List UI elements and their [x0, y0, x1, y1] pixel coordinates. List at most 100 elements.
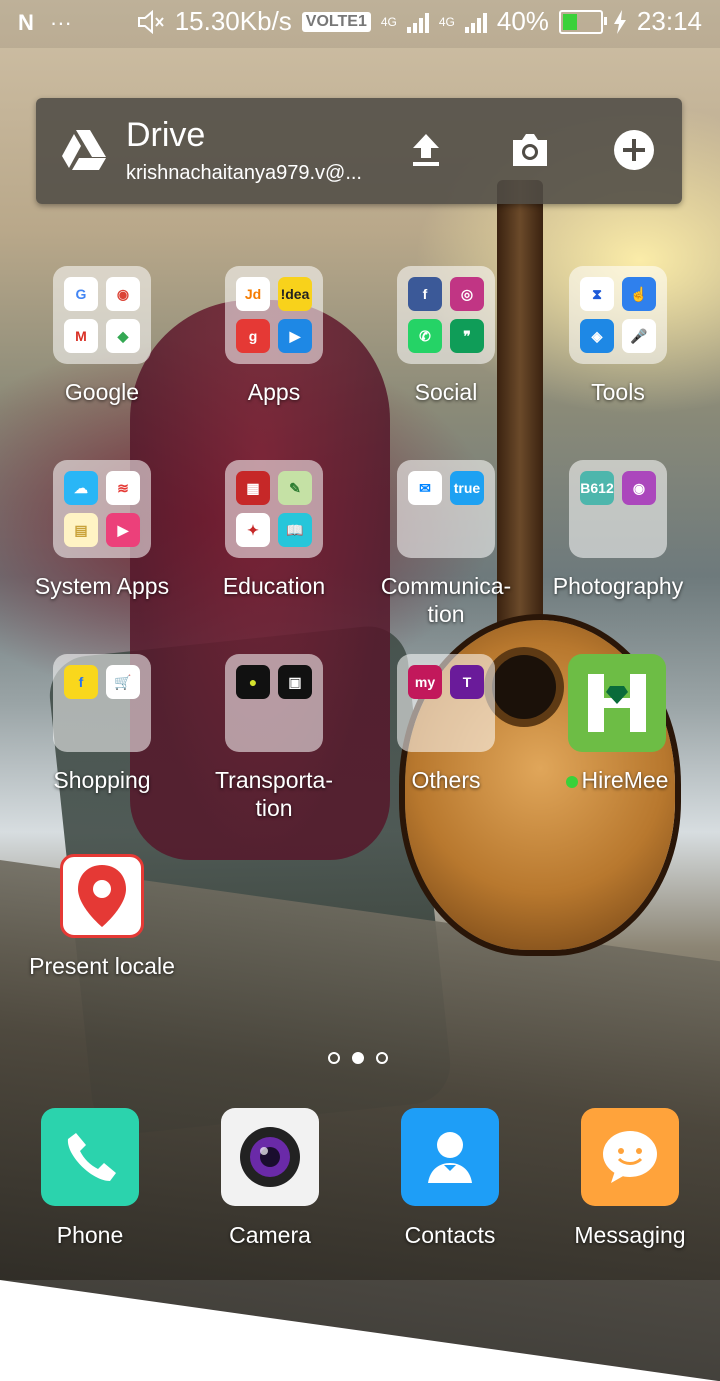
widget-title: Drive — [126, 116, 206, 154]
app-label: HireMee — [581, 767, 669, 793]
folder-tools[interactable]: ⧗ ☝ ◈ 🎤 Tools — [533, 266, 703, 406]
folder-communica-tion[interactable]: ✉ true Communica- tion — [361, 460, 531, 628]
dock-phone[interactable]: Phone — [0, 1108, 180, 1249]
new-app-dot — [565, 776, 578, 788]
folder-app-icon: ▦ — [236, 471, 270, 505]
more-icon: ··· — [49, 10, 72, 35]
folder-app-icon: ● — [236, 665, 270, 699]
add-button[interactable] — [612, 128, 656, 172]
folder-others[interactable]: my T Others — [361, 654, 531, 794]
folder-app-icon: ⧗ — [580, 277, 614, 311]
folder-app-icon: f — [64, 665, 98, 699]
app-hiremee[interactable]: HireMee — [532, 654, 702, 794]
clock: 23:14 — [636, 6, 702, 36]
dock-messaging[interactable]: Messaging — [540, 1108, 720, 1249]
hiremee-icon — [568, 654, 666, 752]
folder-app-icon: 🎤 — [622, 319, 656, 353]
status-bar: N ··· 15.30Kb/s VOLTE1 4G 4G 40% 23:14 — [0, 0, 720, 48]
dock-label: Contacts — [404, 1222, 496, 1248]
folder-label: Shopping — [53, 767, 151, 793]
folder-label: Tools — [591, 379, 645, 405]
folder-app-icon: ▶ — [278, 319, 312, 353]
folder-social[interactable]: f ◎ ✆ ❞ Social — [361, 266, 531, 406]
folder-app-icon: T — [450, 665, 484, 699]
folder-system-apps[interactable]: ☁ ≋ ▤ ▶ System Apps — [17, 460, 187, 600]
folder-app-icon: ≋ — [106, 471, 140, 505]
page-dot[interactable] — [328, 1052, 340, 1064]
folder-app-icon: ☝ — [622, 277, 656, 311]
folder-app-icon: ✆ — [408, 319, 442, 353]
folder-app-icon: true — [450, 471, 484, 505]
camera-icon — [513, 134, 547, 166]
folder-app-icon: ❞ — [450, 319, 484, 353]
folder-google[interactable]: G ◉ M ◆ Google — [17, 266, 187, 406]
widget-account: krishnachaitanya979.v@... — [126, 162, 362, 184]
drive-widget[interactable]: Drive krishnachaitanya979.v@... — [36, 98, 682, 204]
upload-button[interactable] — [404, 128, 448, 172]
folder-preview: ☁ ≋ ▤ ▶ — [53, 460, 151, 558]
folder-app-icon: g — [236, 319, 270, 353]
signal-icon-2 — [464, 11, 487, 33]
folder-app-icon: M — [64, 319, 98, 353]
folder-preview: ● ▣ — [225, 654, 323, 752]
camera-app-icon — [221, 1108, 319, 1206]
folder-preview: f 🛒 — [53, 654, 151, 752]
dock-label: Phone — [56, 1222, 124, 1248]
folder-preview: G ◉ M ◆ — [53, 266, 151, 364]
network-speed: 15.30Kb/s — [174, 6, 292, 36]
folder-app-icon: 🛒 — [106, 665, 140, 699]
mute-icon — [137, 9, 164, 34]
folder-label: Communica- tion — [380, 573, 512, 627]
folder-app-icon: Jd — [236, 277, 270, 311]
folder-label: Social — [414, 379, 478, 405]
folder-label: Photography — [552, 573, 684, 599]
phone-icon — [41, 1108, 139, 1206]
folder-preview: ▦ ✎ ✦ 📖 — [225, 460, 323, 558]
network-type-1: 4G — [380, 14, 397, 29]
folder-shopping[interactable]: f 🛒 Shopping — [17, 654, 187, 794]
folder-transporta-tion[interactable]: ● ▣ Transporta- tion — [189, 654, 359, 822]
folder-app-icon: B612 — [580, 471, 614, 505]
dock-label: Messaging — [574, 1222, 686, 1248]
folder-label: Transporta- tion — [214, 767, 334, 821]
page-dot[interactable] — [376, 1052, 388, 1064]
app-label: Present locale — [29, 953, 175, 979]
dock-label: Camera — [229, 1222, 311, 1248]
network-type-2: 4G — [438, 14, 455, 29]
folder-app-icon: ◆ — [106, 319, 140, 353]
folder-preview: ✉ true — [397, 460, 495, 558]
folder-app-icon: G — [64, 277, 98, 311]
folder-preview: f ◎ ✆ ❞ — [397, 266, 495, 364]
folder-app-icon: f — [408, 277, 442, 311]
page-indicator[interactable] — [328, 1052, 388, 1064]
folder-app-icon: ◈ — [580, 319, 614, 353]
folder-photography[interactable]: B612 ◉ Photography — [533, 460, 703, 600]
folder-education[interactable]: ▦ ✎ ✦ 📖 Education — [189, 460, 359, 600]
folder-label: Google — [64, 379, 140, 405]
app-present-locale[interactable]: Present locale — [17, 854, 187, 980]
dock-camera[interactable]: Camera — [180, 1108, 360, 1249]
folder-label: Education — [222, 573, 326, 599]
folder-app-icon: ▣ — [278, 665, 312, 699]
add-icon — [614, 130, 654, 170]
battery-percent: 40% — [496, 6, 549, 36]
n-icon: N — [18, 10, 34, 35]
folder-label: System Apps — [34, 573, 170, 599]
page-dot-active[interactable] — [352, 1052, 364, 1064]
folder-app-icon: ▶ — [106, 513, 140, 547]
folder-label: Others — [411, 767, 481, 793]
battery-icon — [558, 9, 607, 34]
dock-contacts[interactable]: Contacts — [360, 1108, 540, 1249]
folder-preview: ⧗ ☝ ◈ 🎤 — [569, 266, 667, 364]
folder-app-icon: ◎ — [450, 277, 484, 311]
camera-button[interactable] — [508, 128, 552, 172]
folder-label: Apps — [247, 379, 301, 405]
folder-app-icon: ✦ — [236, 513, 270, 547]
folder-app-icon: ☁ — [64, 471, 98, 505]
upload-icon — [413, 134, 439, 166]
folder-app-icon: ✉ — [408, 471, 442, 505]
folder-preview: B612 ◉ — [569, 460, 667, 558]
drive-logo-icon — [62, 130, 106, 170]
folder-apps[interactable]: Jd !dea g ▶ Apps — [189, 266, 359, 406]
folder-app-icon: my — [408, 665, 442, 699]
